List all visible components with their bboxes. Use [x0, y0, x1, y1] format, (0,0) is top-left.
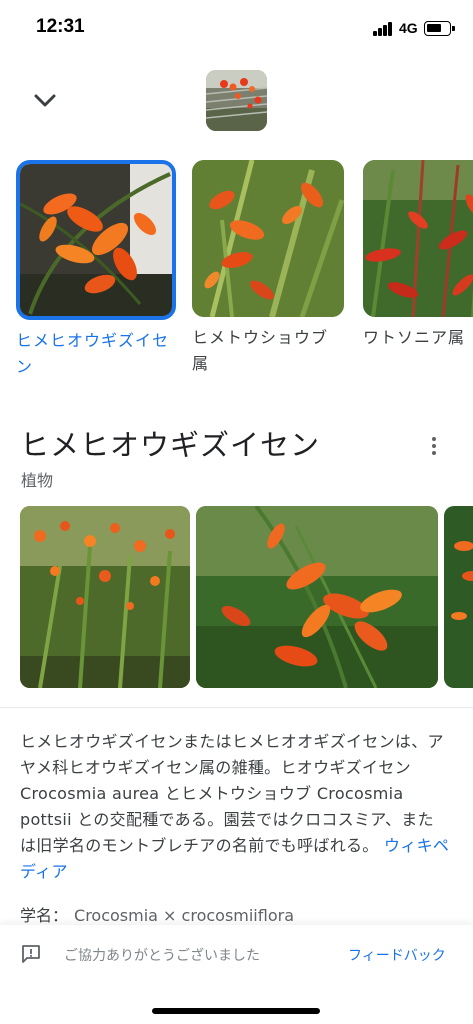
entity-title: ヒメヒオウギズイセン	[20, 428, 321, 462]
scientific-name-row: 学名： Crocosmia × crocosmiiflora	[20, 902, 294, 926]
gallery-image[interactable]	[20, 506, 190, 688]
battery-icon	[424, 21, 455, 36]
query-image-thumbnail[interactable]	[206, 70, 267, 131]
signal-icon	[373, 22, 395, 36]
carousel-card-image	[16, 160, 176, 320]
section-divider	[0, 707, 473, 708]
network-type: 4G	[399, 20, 418, 36]
more-vert-icon	[432, 437, 436, 441]
home-indicator[interactable]	[152, 1008, 320, 1014]
feedback-link[interactable]: フィードバック	[348, 945, 446, 965]
entity-image-gallery[interactable]	[20, 506, 473, 688]
feedback-bar: ご協力ありがとうございました フィードバック	[0, 925, 473, 985]
carousel-card-label[interactable]: ヒメトウショウブ属	[192, 325, 344, 377]
carousel-card-himetoushoubu[interactable]: ヒメトウショウブ属	[192, 160, 344, 377]
feedback-icon	[22, 945, 40, 963]
carousel-card-image	[363, 160, 473, 317]
similar-entities-carousel[interactable]: ヒメヒオウギズイセン ヒメトウショウブ属 ワトソニア属	[0, 160, 473, 390]
more-options-button[interactable]	[422, 432, 446, 460]
description-text: ヒメヒオウギズイセンまたはヒメヒオオギズイセンは、アヤメ科ヒオウギズイセン属の雑…	[20, 732, 444, 855]
carousel-card-himehiougizuisen[interactable]: ヒメヒオウギズイセン	[16, 160, 176, 380]
carousel-card-image	[192, 160, 344, 317]
scientific-name-value: Crocosmia × crocosmiiflora	[74, 906, 294, 925]
gallery-image[interactable]	[196, 506, 438, 688]
entity-description: ヒメヒオウギズイセンまたはヒメヒオオギズイセンは、アヤメ科ヒオウギズイセン属の雑…	[20, 729, 450, 885]
scientific-name-label: 学名：	[20, 906, 69, 925]
chevron-down-icon	[34, 94, 56, 107]
collapse-button[interactable]	[28, 84, 62, 118]
status-time: 12:31	[36, 16, 85, 37]
feedback-message: ご協力ありがとうございました	[64, 948, 260, 964]
carousel-card-watsonia[interactable]: ワトソニア属	[363, 160, 473, 351]
gallery-image[interactable]	[444, 506, 473, 688]
carousel-card-label[interactable]: ワトソニア属	[363, 325, 473, 351]
carousel-card-label[interactable]: ヒメヒオウギズイセン	[16, 328, 176, 380]
entity-subtitle: 植物	[21, 471, 54, 490]
status-bar: 12:31 4G	[0, 0, 473, 56]
